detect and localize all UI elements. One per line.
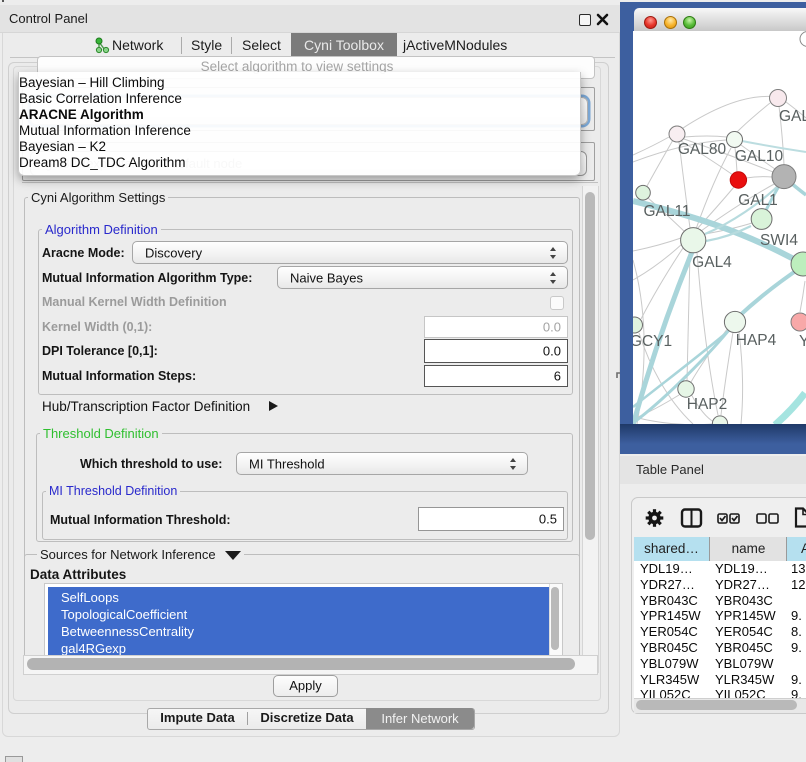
svg-text:HAP2: HAP2 — [687, 396, 728, 413]
svg-text:GAL4: GAL4 — [692, 254, 732, 271]
svg-text:GAL11: GAL11 — [643, 203, 690, 220]
svg-text:GAL80: GAL80 — [678, 141, 727, 158]
svg-text:GCY1: GCY1 — [633, 333, 672, 350]
svg-text:GAL1: GAL1 — [738, 192, 778, 209]
svg-text:GAL10: GAL10 — [735, 148, 784, 165]
svg-text:Y: Y — [799, 333, 806, 350]
svg-text:GAL: GAL — [779, 108, 806, 125]
svg-text:SWI4: SWI4 — [760, 232, 798, 249]
svg-text:HAP4: HAP4 — [736, 332, 777, 349]
